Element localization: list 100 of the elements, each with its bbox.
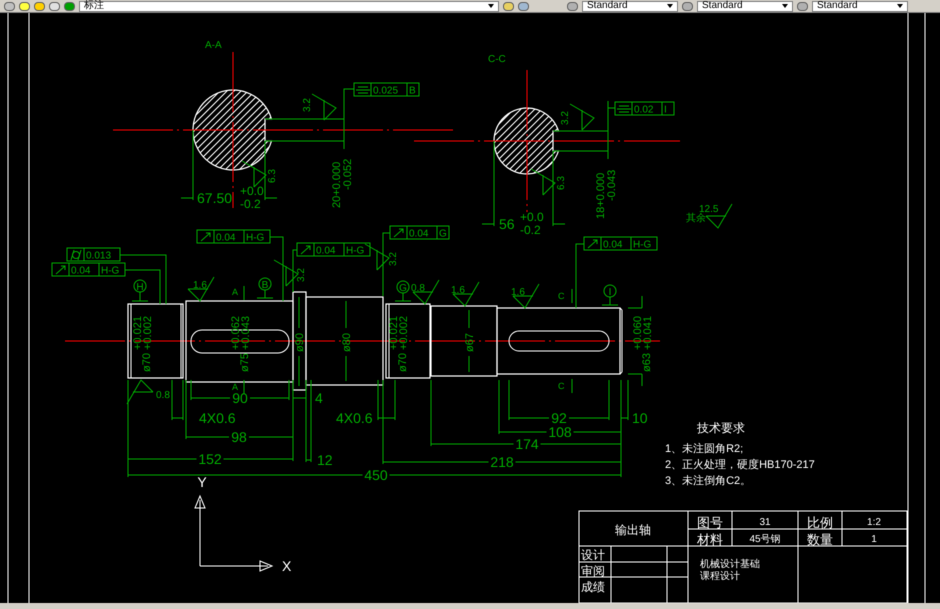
- tolerance-text: +0.043: [240, 316, 252, 350]
- dimension-text: 4: [315, 390, 323, 406]
- axis-label: X: [282, 558, 292, 574]
- ucs-axis-icon: [194, 494, 274, 572]
- title-block-label: 设计: [581, 548, 605, 562]
- tolerance-value: 0.04: [216, 232, 236, 244]
- roughness-symbol: [242, 160, 267, 188]
- title-block-label: 图号: [697, 515, 723, 530]
- datum-letter: H: [136, 282, 144, 293]
- datum-reference: B: [409, 86, 416, 96]
- roughness-symbol: [412, 280, 440, 305]
- roughness-symbol: [364, 244, 390, 270]
- axis-label: Y: [197, 474, 207, 490]
- dimension-line: [468, 310, 470, 372]
- dimension-text: 98: [231, 429, 247, 445]
- dimension-text: 108: [548, 424, 572, 440]
- tolerance-text: +0.041: [642, 316, 654, 350]
- roughness-symbol: [452, 282, 480, 307]
- tolerance-frame: [614, 102, 674, 116]
- dimension-text: 10: [632, 410, 648, 426]
- roughness-value: 0.8: [411, 283, 425, 294]
- tolerance-text: +0.002: [142, 316, 154, 350]
- diameter-label: ø63: [641, 353, 653, 372]
- datum-reference: H-G: [101, 266, 120, 276]
- section-title: C-C: [488, 54, 506, 65]
- title-block-value: 45号钢: [749, 534, 781, 545]
- requirement-item: 2、正火处理，硬度HB170-217: [665, 459, 815, 471]
- roughness-note: 其余: [686, 213, 706, 224]
- tolerance-text: -0.043: [606, 170, 618, 201]
- tolerance-value: 0.013: [86, 250, 112, 262]
- diameter-label: ø70: [141, 353, 153, 372]
- tolerance-text: -0.052: [342, 158, 354, 190]
- leader-line: [576, 244, 584, 308]
- style-dropdown[interactable]: Standard: [812, 0, 908, 12]
- roughness-value: 6.3: [556, 176, 567, 190]
- datum-symbol: [602, 284, 618, 306]
- section-mark: A: [232, 382, 238, 392]
- dimension-text: 12: [317, 452, 333, 468]
- tolerance-value: 0.04: [603, 240, 622, 250]
- caret-icon: [488, 4, 494, 8]
- roughness-symbol: [312, 94, 337, 120]
- roughness-value: 0.8: [156, 390, 170, 401]
- datum-reference: I: [664, 104, 667, 116]
- title-block-label: 材料: [697, 532, 723, 547]
- caret-icon: [897, 4, 903, 8]
- runout-arrow-icon: [200, 232, 210, 242]
- style-dropdown[interactable]: Standard: [697, 0, 793, 12]
- tolerance-value: 0.025: [373, 86, 398, 96]
- style-dropdown[interactable]: Standard: [582, 0, 678, 12]
- roughness-symbol: [570, 104, 595, 130]
- roughness-value: 3.2: [560, 111, 571, 125]
- tolerance-frame: [354, 82, 420, 96]
- tolerance-text: +0.021: [132, 316, 144, 350]
- caret-icon: [782, 4, 788, 8]
- dimension-text: 152: [198, 451, 222, 467]
- symmetry-icon: [356, 86, 370, 94]
- section-mark: C: [558, 291, 564, 301]
- title-block-label: 数量: [807, 532, 833, 547]
- datum-reference: H-G: [346, 246, 364, 256]
- datum-reference: H-G: [633, 240, 652, 250]
- roughness-value: 1.6: [451, 285, 465, 296]
- section-mark: A: [232, 287, 238, 297]
- runout-arrow-icon: [588, 240, 598, 248]
- datum-symbol: [394, 280, 412, 302]
- datum-symbol: [132, 280, 148, 302]
- section-title: A-A: [205, 40, 222, 51]
- roughness-symbol: [512, 284, 540, 309]
- diameter-label: ø67: [464, 333, 476, 352]
- diameter-label: ø80: [341, 333, 353, 352]
- cylindricity-icon: [70, 250, 82, 260]
- dimension-text: 174: [515, 436, 539, 452]
- title-block-value: 1:2: [867, 517, 881, 528]
- requirements-title: 技术要求: [697, 421, 745, 435]
- leader-line: [124, 270, 160, 304]
- dimension-text: 450: [364, 467, 388, 483]
- tolerance-text: +0.0: [240, 184, 264, 198]
- section-mark: C: [558, 381, 564, 391]
- leader-line: [382, 232, 390, 296]
- course-name: 机械设计基础: [700, 559, 760, 570]
- datum-letter: G: [399, 283, 407, 294]
- part-name: 输出轴: [615, 523, 651, 537]
- leader-line: [120, 254, 166, 304]
- title-block-label: 比例: [807, 515, 833, 530]
- title-block-value: 31: [759, 517, 771, 528]
- dimension-text: 18+0.000: [595, 172, 607, 219]
- caret-icon: [667, 4, 673, 8]
- dimension-text: 56: [499, 216, 515, 232]
- tolerance-text: -0.2: [520, 223, 541, 237]
- dimension-text: 67.50: [197, 190, 232, 206]
- datum-reference: G: [439, 228, 447, 240]
- roughness-symbol: [126, 379, 154, 404]
- tolerance-value: 0.02: [634, 104, 654, 116]
- title-block-label: 成绩: [581, 580, 605, 594]
- requirement-item: 3、未注倒角C2。: [665, 475, 752, 487]
- datum-letter: B: [262, 280, 268, 291]
- shaft-cross-section: [493, 107, 560, 175]
- dimension-text: 218: [490, 454, 514, 470]
- tolerance-value: 0.04: [409, 228, 428, 240]
- roughness-value: 3.2: [296, 268, 307, 282]
- tolerance-text: -0.2: [240, 197, 261, 211]
